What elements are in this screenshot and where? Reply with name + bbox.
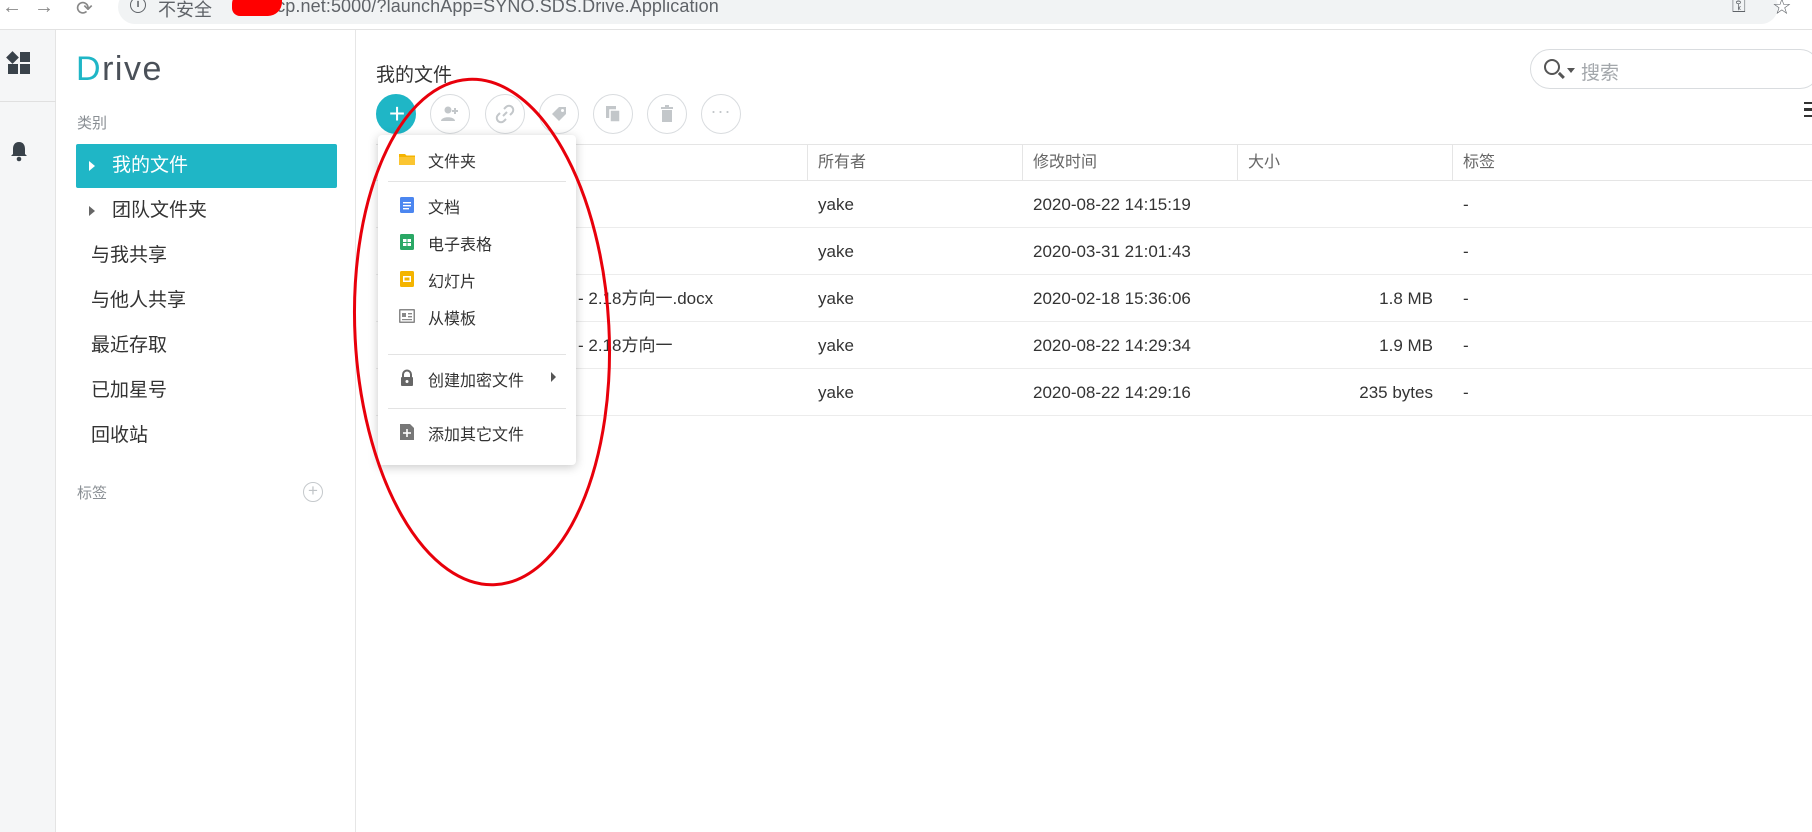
table-row[interactable]: - 2.18方向一.docx yake 2020-02-18 15:36:06 … [376, 275, 1812, 322]
more-icon: ··· [710, 101, 732, 121]
menu-item-folder[interactable]: 文件夹 [378, 143, 576, 173]
column-header-owner[interactable]: 所有者 [808, 145, 1023, 181]
url-text[interactable]: picp.net:5000/?launchApp=SYNO.SDS.Drive.… [262, 0, 719, 17]
modified-cell: 2020-08-22 14:29:16 [1033, 383, 1191, 402]
owner-cell: yake [818, 336, 854, 355]
table-row[interactable]: yake 2020-03-31 21:01:43 - [376, 228, 1812, 275]
link-button[interactable] [485, 94, 525, 134]
menu-item-slides[interactable]: 幻灯片 [378, 263, 576, 293]
modified-cell: 2020-02-18 15:36:06 [1033, 289, 1191, 308]
owner-cell: yake [818, 242, 854, 261]
reload-icon[interactable]: ⟳ [76, 0, 93, 21]
search-options-caret-icon[interactable] [1567, 68, 1575, 73]
sidebar-item-shared-with-others[interactable]: 与他人共享 [76, 279, 337, 323]
table-row[interactable]: yake 2020-08-22 14:29:16 235 bytes - [376, 369, 1812, 416]
add-user-icon [441, 106, 458, 121]
menu-item-document[interactable]: 文档 [378, 189, 576, 219]
search-box[interactable]: 搜索 [1530, 49, 1812, 89]
document-icon [400, 197, 414, 213]
slides-icon [400, 271, 414, 287]
app-rail [0, 30, 56, 832]
sidebar-item-recycle-bin[interactable]: 回收站 [76, 414, 337, 458]
insecure-label: 不安全 [158, 0, 212, 20]
page-title: 我的文件 [376, 65, 453, 86]
redaction-mark [232, 0, 282, 16]
file-name: - 2.18方向一 [578, 336, 673, 355]
modified-cell: 2020-08-22 14:15:19 [1033, 195, 1191, 214]
add-file-icon [400, 424, 414, 440]
copy-icon [606, 106, 621, 123]
expand-caret-icon[interactable] [89, 206, 95, 216]
table-row[interactable]: yake 2020-08-22 14:15:19 - [376, 181, 1812, 228]
key-icon[interactable]: ⚿ [1732, 0, 1746, 17]
submenu-caret-icon [551, 372, 556, 382]
sidebar: Drive 类别 我的文件 团队文件夹 与我共享 与他人共享 最近存取 已加星号… [56, 30, 356, 832]
plus-icon: + [388, 98, 406, 129]
file-name: - 2.18方向一.docx [578, 289, 714, 308]
share-user-button[interactable] [430, 94, 470, 134]
menu-divider [388, 408, 566, 409]
add-tag-icon[interactable]: + [303, 482, 323, 502]
forward-arrow-icon[interactable]: → [34, 0, 54, 19]
tags-cell: - [1463, 383, 1469, 402]
bell-icon[interactable] [9, 140, 29, 162]
more-actions-button[interactable]: ··· [701, 94, 741, 134]
size-cell: 1.8 MB [1379, 289, 1433, 308]
owner-cell: yake [818, 289, 854, 308]
create-menu: 文件夹 文档 电子表格 幻灯片 从模板 创建加密文件 添加其它文件 [378, 135, 576, 465]
tags-label: 标签 [77, 485, 108, 502]
browser-toolbar: ← → ⟳ i 不安全 picp.net:5000/?launchApp=SYN… [0, 0, 1812, 30]
menu-item-template[interactable]: 从模板 [378, 300, 576, 330]
column-header-tags[interactable]: 标签 [1453, 145, 1812, 181]
tag-button[interactable] [539, 94, 579, 134]
tag-icon [552, 107, 566, 121]
sidebar-item-starred[interactable]: 已加星号 [76, 369, 337, 413]
size-cell: 1.9 MB [1379, 336, 1433, 355]
menu-item-encrypted-file[interactable]: 创建加密文件 [378, 362, 576, 392]
expand-caret-icon[interactable] [89, 161, 95, 171]
tags-cell: - [1463, 336, 1469, 355]
sidebar-item-recent[interactable]: 最近存取 [76, 324, 337, 368]
folder-icon [399, 154, 415, 165]
create-button[interactable]: + [376, 94, 416, 134]
modified-cell: 2020-08-22 14:29:34 [1033, 336, 1191, 355]
search-icon[interactable] [1544, 59, 1560, 75]
sidebar-item-team-folders[interactable]: 团队文件夹 [76, 189, 337, 233]
tags-cell: - [1463, 195, 1469, 214]
copy-button[interactable] [593, 94, 633, 134]
file-table-header: 所有者 修改时间 大小 标签 [376, 144, 1812, 181]
tags-cell: - [1463, 242, 1469, 261]
spreadsheet-icon [400, 234, 414, 250]
list-view-icon[interactable] [1804, 102, 1812, 121]
owner-cell: yake [818, 195, 854, 214]
link-icon [495, 104, 515, 124]
modified-cell: 2020-03-31 21:01:43 [1033, 242, 1191, 261]
drive-logo: Drive [76, 50, 163, 88]
column-header-size[interactable]: 大小 [1238, 145, 1453, 181]
menu-divider [388, 181, 566, 182]
column-header-modified[interactable]: 修改时间 [1023, 145, 1238, 181]
lock-icon [401, 369, 413, 386]
tags-cell: - [1463, 289, 1469, 308]
table-row[interactable]: - 2.18方向一 yake 2020-08-22 14:29:34 1.9 M… [376, 322, 1812, 369]
sidebar-item-shared-with-me[interactable]: 与我共享 [76, 234, 337, 278]
menu-divider [388, 354, 566, 355]
trash-icon [661, 105, 673, 122]
owner-cell: yake [818, 383, 854, 402]
template-icon [399, 309, 415, 323]
menu-item-spreadsheet[interactable]: 电子表格 [378, 226, 576, 256]
sidebar-item-my-files[interactable]: 我的文件 [76, 144, 337, 188]
delete-button[interactable] [647, 94, 687, 134]
back-arrow-icon[interactable]: ← [2, 0, 22, 19]
rail-divider [0, 101, 56, 102]
bookmark-star-icon[interactable]: ☆ [1772, 0, 1792, 20]
search-placeholder[interactable]: 搜索 [1581, 58, 1619, 85]
menu-item-add-other-file[interactable]: 添加其它文件 [378, 416, 576, 446]
category-label: 类别 [77, 115, 108, 132]
apps-grid-icon[interactable] [6, 51, 30, 74]
size-cell: 235 bytes [1359, 383, 1433, 402]
